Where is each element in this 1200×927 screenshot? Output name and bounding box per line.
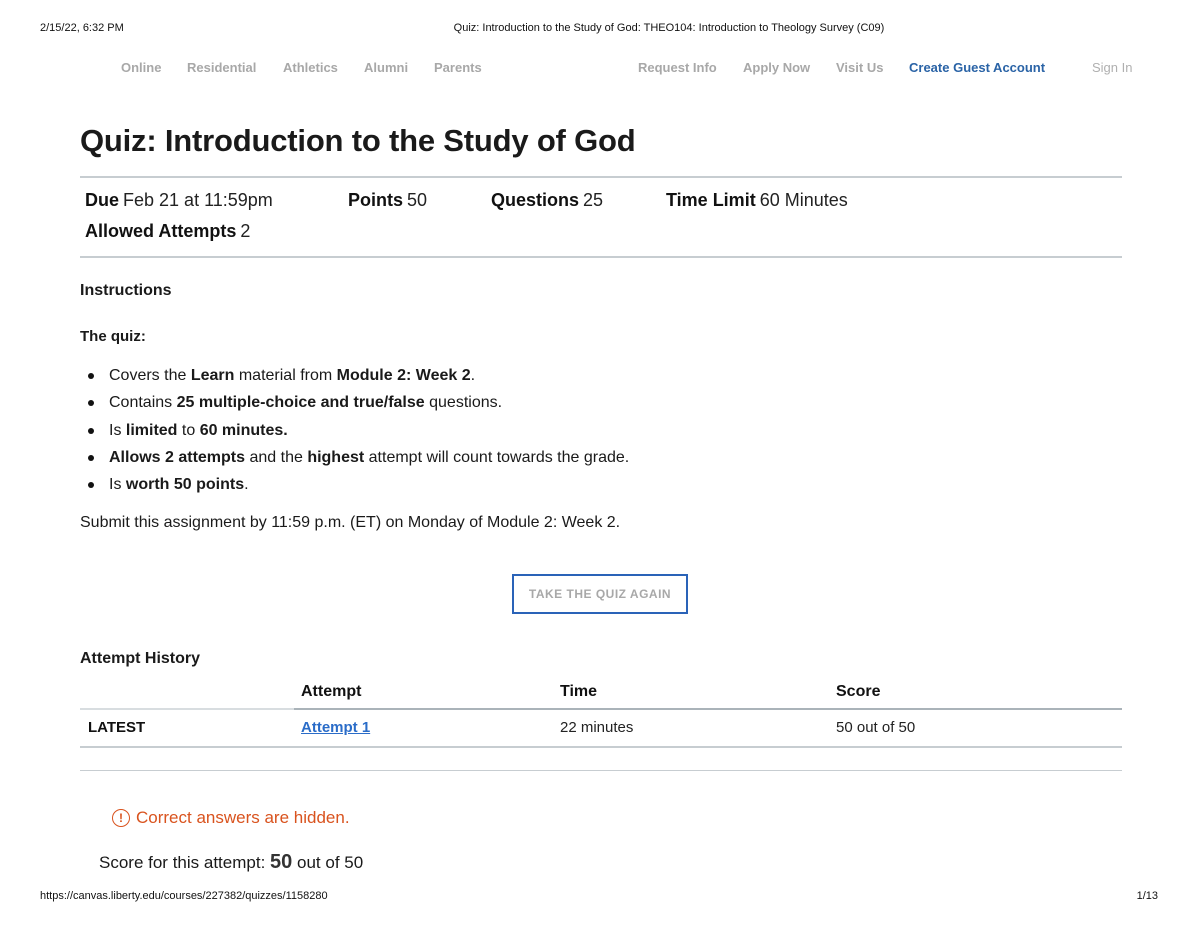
page-url: https://canvas.liberty.edu/courses/22738… [40,890,328,902]
questions-label: Questions [491,190,580,210]
sign-in-link[interactable]: Sign In [1092,60,1132,75]
text: material from [234,367,337,384]
page-number: 1/13 [1136,890,1158,902]
nav-link-visit-us[interactable]: Visit Us [836,60,883,75]
nav-link-online[interactable]: Online [121,60,161,75]
text: . [244,476,249,494]
time-limit-value: 60 Minutes [759,190,848,210]
nav-link-parents[interactable]: Parents [434,60,482,75]
nav-link-athletics[interactable]: Athletics [283,60,338,75]
instruction-bullet: Is limited to 60 minutes. [80,421,629,448]
questions-value: 25 [583,190,604,210]
bold-text: highest [307,448,365,466]
due-date: Due Feb 21 at 11:59pm [85,190,273,211]
instructions-heading: Instructions [80,282,172,299]
instructions-intro: The quiz: [80,328,146,345]
attempt-history-heading: Attempt History [80,650,201,667]
divider [80,256,1122,258]
latest-tag: LATEST [88,719,146,736]
bold-text: 60 minutes. [199,421,288,439]
points-label: Points [348,190,404,210]
instruction-bullet: Contains 25 multiple-choice and true/fal… [80,393,629,420]
bold-text: Allows 2 attempts [109,448,246,466]
text: and the [245,448,308,466]
divider [80,176,1122,178]
nav-link-residential[interactable]: Residential [187,60,256,75]
take-quiz-again-button[interactable]: TAKE THE QUIZ AGAIN [512,574,688,614]
attempt-score-summary: Score for this attempt: 50 out of 50 [99,851,363,874]
allowed-attempts: Allowed Attempts 2 [85,221,250,242]
bold-text: limited [125,421,178,439]
bold-text: worth 50 points [125,476,245,494]
points: Points 50 [348,190,427,211]
column-header-attempt: Attempt [301,683,362,700]
bold-text: Module 2: Week 2 [336,367,471,384]
divider [80,770,1122,771]
submit-deadline-note: Submit this assignment by 11:59 p.m. (ET… [80,514,621,531]
score-value: 50 [270,851,293,873]
text: Is [109,476,126,494]
attempt-score: 50 out of 50 [836,719,916,736]
instruction-bullet: Is worth 50 points. [80,475,629,502]
instruction-bullet: Covers the Learn material from Module 2:… [80,366,629,393]
points-value: 50 [407,190,428,210]
exclamation-circle-icon: ! [112,809,130,827]
nav-link-alumni[interactable]: Alumni [364,60,408,75]
table-header-divider [80,708,294,710]
column-header-score: Score [836,683,881,700]
text: Is [109,421,126,439]
text: . [470,367,476,384]
page-title: Quiz: Introduction to the Study of God [80,123,636,158]
table-header-divider [294,708,1122,710]
text: Covers the [109,367,191,384]
due-label: Due [85,190,120,210]
due-value: Feb 21 at 11:59pm [123,190,273,210]
time-limit-label: Time Limit [666,190,756,210]
text: Contains [109,394,177,412]
allowed-attempts-value: 2 [240,221,251,241]
score-suffix: out of 50 [297,853,364,872]
score-prefix: Score for this attempt: [99,853,266,872]
bold-text: 25 multiple-choice and true/false [176,394,425,412]
table-row-divider [80,746,1122,748]
print-document-title: Quiz: Introduction to the Study of God: … [453,22,885,34]
create-guest-account-link[interactable]: Create Guest Account [909,60,1045,75]
questions: Questions 25 [491,190,603,211]
column-header-time: Time [560,683,598,700]
answers-hidden-text: Correct answers are hidden. [136,808,350,827]
attempt-time: 22 minutes [560,719,634,736]
text: attempt will count towards the grade. [364,448,630,466]
text: to [177,421,200,439]
nav-link-request-info[interactable]: Request Info [638,60,717,75]
instructions-list: Covers the Learn material from Module 2:… [80,366,629,502]
attempt-1-link[interactable]: Attempt 1 [301,719,370,736]
time-limit: Time Limit 60 Minutes [666,190,848,211]
instruction-bullet: Allows 2 attempts and the highest attemp… [80,448,629,475]
answers-hidden-notice: ! Correct answers are hidden. [112,808,350,828]
nav-link-apply-now[interactable]: Apply Now [743,60,810,75]
text: questions. [424,394,503,412]
allowed-attempts-label: Allowed Attempts [85,221,237,241]
bold-text: Learn [190,367,235,384]
